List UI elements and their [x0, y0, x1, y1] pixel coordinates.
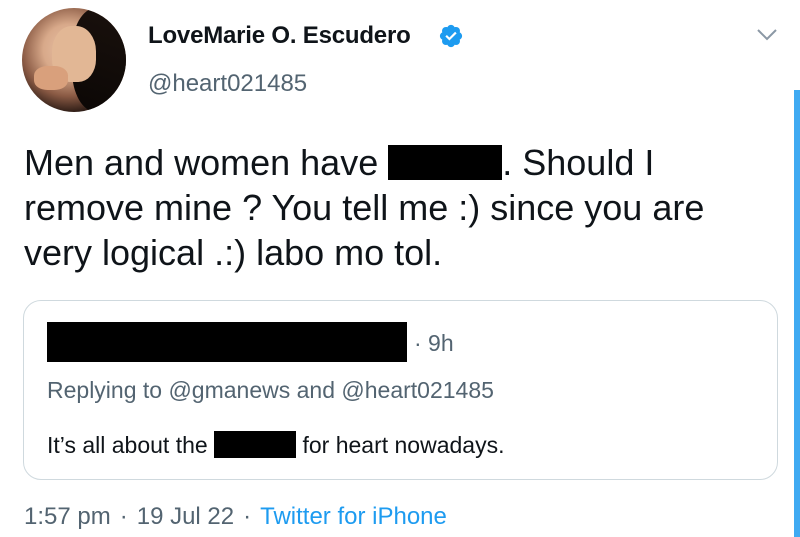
- verified-badge-icon: [439, 24, 463, 48]
- footer-separator: ·: [243, 503, 252, 530]
- replying-to: Replying to @gmanews and @heart021485: [47, 377, 494, 403]
- quoted-text-after: for heart nowadays.: [302, 432, 505, 458]
- quoted-tweet-time: · 9h: [414, 330, 454, 356]
- avatar-hand: [34, 66, 68, 90]
- avatar[interactable]: [22, 8, 126, 112]
- tweet-source-link[interactable]: Twitter for iPhone: [260, 503, 447, 530]
- quoted-text-before: It’s all about the: [47, 432, 208, 458]
- tweet-date[interactable]: 19 Jul 22: [137, 503, 234, 530]
- tweet-text-before: Men and women have: [24, 142, 379, 183]
- scrollbar[interactable]: [794, 90, 800, 537]
- chevron-down-icon[interactable]: [755, 26, 779, 44]
- footer-separator: ·: [119, 503, 128, 530]
- redacted-block: [214, 431, 297, 459]
- redacted-block: [388, 144, 503, 180]
- quoted-tweet-text: It’s all about the for heart nowadays.: [47, 431, 505, 459]
- tweet-footer: 1:57 pm · 19 Jul 22 · Twitter for iPhone: [24, 503, 447, 531]
- author-handle[interactable]: @heart021485: [148, 70, 307, 98]
- display-name[interactable]: LoveMarie O. Escudero: [148, 22, 411, 50]
- quoted-author-redacted: [47, 322, 407, 362]
- tweet-time[interactable]: 1:57 pm: [24, 503, 111, 530]
- tweet-text: Men and women have . Should I remove min…: [24, 140, 764, 275]
